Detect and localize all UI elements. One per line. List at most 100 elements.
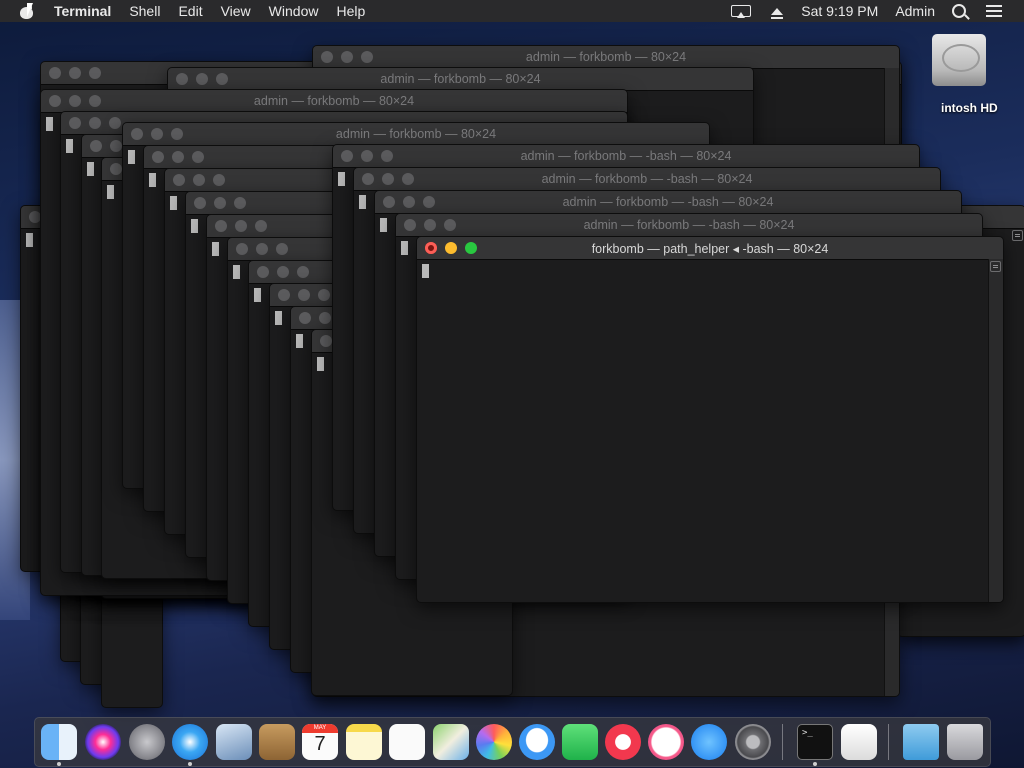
photos-icon[interactable] [476,724,512,760]
zoom-button[interactable] [89,67,101,79]
window-title: admin — forkbomb — 80×24 [380,72,541,86]
window-title: admin — forkbomb — -bash — 80×24 [583,218,795,232]
close-button[interactable] [110,163,122,175]
menu-window[interactable]: Window [269,3,319,19]
close-button[interactable] [173,174,185,186]
zoom-button[interactable] [213,174,225,186]
close-button[interactable] [90,140,102,152]
eject-icon[interactable] [771,7,784,19]
menu-user[interactable]: Admin [895,3,935,19]
close-button[interactable] [257,266,269,278]
menu-view[interactable]: View [221,3,251,19]
calendar-icon[interactable]: MAY 7 [302,724,338,760]
window-titlebar[interactable]: admin — forkbomb — 80×24 [313,46,899,69]
close-button[interactable] [49,67,61,79]
hard-disk-icon[interactable] [930,30,990,90]
minimize-button[interactable] [69,67,81,79]
close-button[interactable] [299,312,311,324]
terminal-icon[interactable] [797,724,833,760]
window-title: admin — forkbomb — -bash — 80×24 [562,195,774,209]
window-titlebar[interactable]: admin — forkbomb — -bash — 80×24 [333,145,919,168]
zoom-button[interactable] [297,266,309,278]
menu-help[interactable]: Help [336,3,365,19]
menu-shell[interactable]: Shell [129,3,160,19]
close-button[interactable] [215,220,227,232]
zoom-button[interactable] [192,151,204,163]
hard-disk-label[interactable]: intosh HD [941,101,998,115]
window-titlebar[interactable]: admin — forkbomb — -bash — 80×24 [354,168,940,191]
minimize-button[interactable] [172,151,184,163]
text-cursor [46,117,53,131]
messages-icon[interactable] [519,724,555,760]
text-cursor [359,195,366,209]
minimize-button[interactable] [319,312,331,324]
text-cursor [401,241,408,255]
menu-edit[interactable]: Edit [178,3,202,19]
text-cursor [380,218,387,232]
text-cursor [422,264,429,278]
zoom-button[interactable] [255,220,267,232]
spotlight-search-icon[interactable] [952,4,966,18]
terminal-window-front[interactable]: forkbomb — path_helper ◂ -bash — 80×24 [416,236,1004,603]
window-titlebar[interactable]: admin — forkbomb — 80×24 [41,90,627,113]
scroll-indicator-icon[interactable] [990,261,1001,272]
zoom-button[interactable] [109,117,121,129]
text-cursor [128,150,135,164]
minimize-button[interactable] [277,266,289,278]
minimize-button[interactable] [235,220,247,232]
close-button[interactable] [236,243,248,255]
safari-icon[interactable] [172,724,208,760]
menu-clock[interactable]: Sat 9:19 PM [801,3,878,19]
finder-icon[interactable] [41,724,77,760]
scrollbar-track[interactable] [988,259,1003,602]
minimize-button[interactable] [110,140,122,152]
zoom-button[interactable] [234,197,246,209]
app-store-icon[interactable] [691,724,727,760]
close-button[interactable] [278,289,290,301]
window-title: admin — forkbomb — -bash — 80×24 [541,172,753,186]
airplay-display-icon[interactable] [731,5,752,18]
news-icon[interactable] [605,724,641,760]
menu-app-terminal[interactable]: Terminal [54,3,111,19]
downloads-folder-icon[interactable] [903,724,939,760]
minimize-button[interactable] [214,197,226,209]
trash-icon[interactable] [947,724,983,760]
text-cursor [338,172,345,186]
mail-icon[interactable] [216,724,252,760]
calendar-day: 7 [314,733,326,755]
minimize-button[interactable] [256,243,268,255]
dock: MAY 7 [34,717,991,767]
minimize-button[interactable] [193,174,205,186]
zoom-button[interactable] [318,289,330,301]
window-title: admin — forkbomb — 80×24 [335,127,497,141]
window-titlebar[interactable]: admin — forkbomb — 80×24 [168,68,753,91]
scroll-indicator-icon[interactable] [1012,230,1023,241]
close-button[interactable] [194,197,206,209]
close-button[interactable] [320,335,332,347]
window-titlebar[interactable]: admin — forkbomb — -bash — 80×24 [396,214,982,237]
window-title: forkbomb — path_helper ◂ -bash — 80×24 [591,242,829,256]
notes-icon[interactable] [346,724,382,760]
close-button[interactable] [69,117,81,129]
close-button[interactable] [152,151,164,163]
contacts-icon[interactable] [259,724,295,760]
system-preferences-icon[interactable] [735,724,771,760]
minimize-button[interactable] [89,117,101,129]
window-titlebar[interactable]: forkbomb — path_helper ◂ -bash — 80×24 [417,237,1003,260]
window-title: admin — forkbomb — -bash — 80×24 [520,149,732,163]
facetime-icon[interactable] [562,724,598,760]
launchpad-icon[interactable] [129,724,165,760]
window-title: admin — forkbomb — 80×24 [253,94,415,108]
zoom-button[interactable] [276,243,288,255]
window-titlebar[interactable]: admin — forkbomb — -bash — 80×24 [375,191,961,214]
textedit-icon[interactable] [841,724,877,760]
siri-icon[interactable] [85,724,121,760]
window-titlebar[interactable]: admin — forkbomb — 80×24 [123,123,709,146]
maps-icon[interactable] [433,724,469,760]
menu-bar: Terminal Shell Edit View Window Help Sat… [0,0,1024,22]
calendar-month: MAY [302,724,338,733]
minimize-button[interactable] [298,289,310,301]
notification-center-icon[interactable] [986,5,1002,17]
reminders-icon[interactable] [389,724,425,760]
music-icon[interactable] [648,724,684,760]
